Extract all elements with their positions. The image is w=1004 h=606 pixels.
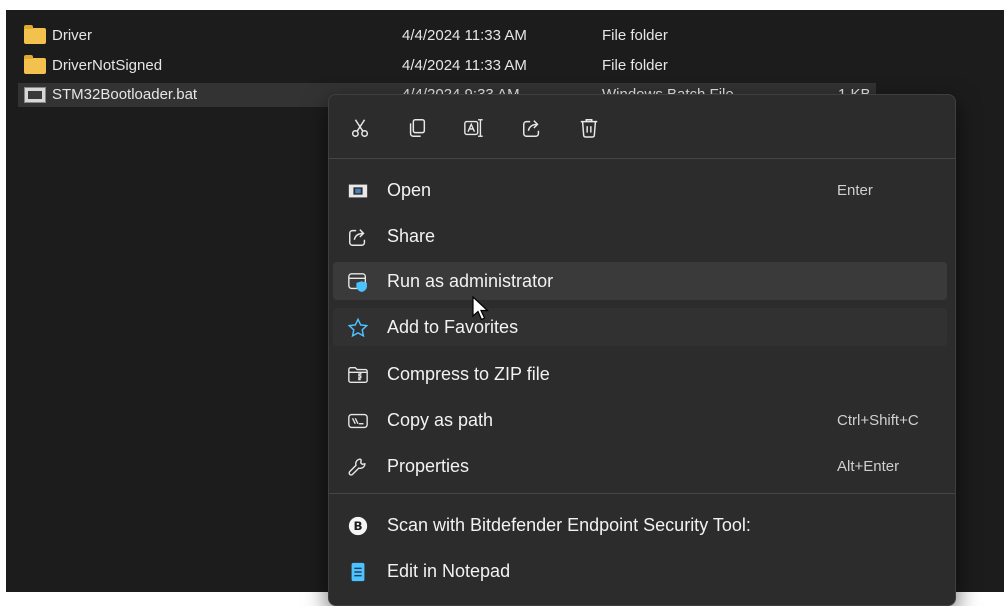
menu-item-label: Share bbox=[387, 226, 436, 246]
shield-window-icon bbox=[347, 271, 369, 293]
copy-icon bbox=[409, 119, 426, 137]
bitdefender-icon: B bbox=[347, 515, 369, 537]
wrench-icon bbox=[347, 456, 369, 478]
menu-item-label: Open bbox=[387, 180, 432, 200]
menu-item-shortcut: Ctrl+Shift+C bbox=[837, 412, 919, 429]
copy-button[interactable] bbox=[400, 111, 434, 145]
menu-item-label: Add to Favorites bbox=[387, 317, 519, 337]
menu-item-share[interactable]: Share bbox=[333, 217, 947, 255]
menu-separator bbox=[329, 158, 955, 159]
folder-icon bbox=[24, 25, 46, 44]
batch-file-icon bbox=[24, 87, 46, 103]
folder-icon bbox=[24, 55, 46, 74]
file-date: 4/4/2024 11:33 AM bbox=[402, 27, 527, 44]
menu-item-shortcut: Alt+Enter bbox=[837, 458, 900, 475]
menu-item-compress-to-zip[interactable]: Compress to ZIP file bbox=[333, 355, 947, 393]
zip-folder-icon bbox=[347, 364, 369, 386]
menu-item-label: Compress to ZIP file bbox=[387, 364, 550, 384]
path-icon bbox=[347, 410, 369, 432]
menu-item-label: Copy as path bbox=[387, 410, 494, 430]
file-type: File folder bbox=[602, 27, 668, 44]
notepad-icon bbox=[347, 561, 369, 583]
menu-item-properties[interactable]: Properties Alt+Enter bbox=[333, 447, 947, 485]
mouse-cursor-icon bbox=[472, 296, 490, 321]
menu-item-label: Properties bbox=[387, 456, 470, 476]
share-icon bbox=[523, 120, 540, 137]
menu-item-shortcut: Enter bbox=[837, 182, 873, 199]
menu-item-label: Edit in Notepad bbox=[387, 561, 511, 581]
star-icon bbox=[347, 317, 369, 339]
share-button[interactable] bbox=[515, 111, 549, 145]
file-type: File folder bbox=[602, 57, 668, 74]
menu-separator bbox=[329, 493, 955, 494]
scissors-icon bbox=[351, 119, 369, 137]
trash-icon bbox=[580, 119, 598, 138]
menu-item-open[interactable]: Open Enter bbox=[333, 171, 947, 209]
menu-item-copy-as-path[interactable]: Copy as path Ctrl+Shift+C bbox=[333, 401, 947, 439]
rename-icon bbox=[464, 119, 483, 137]
cut-button[interactable] bbox=[343, 111, 377, 145]
open-icon bbox=[347, 180, 369, 202]
svg-text:B: B bbox=[353, 519, 362, 533]
menu-item-label: Scan with Bitdefender Endpoint Security … bbox=[387, 515, 751, 535]
file-name: Driver bbox=[52, 27, 92, 44]
menu-item-scan-bitdefender[interactable]: B Scan with Bitdefender Endpoint Securit… bbox=[333, 506, 947, 544]
file-name: DriverNotSigned bbox=[52, 57, 163, 74]
context-menu: Open Enter Share Run as administrator Ad… bbox=[328, 94, 956, 606]
menu-item-add-to-favorites[interactable]: Add to Favorites bbox=[333, 308, 947, 346]
file-date: 4/4/2024 11:33 AM bbox=[402, 57, 527, 74]
menu-item-edit-in-notepad[interactable]: Edit in Notepad bbox=[333, 552, 947, 590]
rename-button[interactable] bbox=[457, 111, 491, 145]
share-icon bbox=[347, 226, 369, 248]
file-name: STM32Bootloader.bat bbox=[52, 86, 198, 103]
menu-item-run-as-administrator[interactable]: Run as administrator bbox=[333, 262, 947, 300]
delete-button[interactable] bbox=[572, 111, 606, 145]
menu-item-label: Run as administrator bbox=[387, 271, 554, 291]
file-row-drivernotsigned[interactable]: DriverNotSigned 4/4/2024 11:33 AM File f… bbox=[18, 54, 876, 78]
file-row-driver[interactable]: Driver 4/4/2024 11:33 AM File folder bbox=[18, 24, 876, 48]
